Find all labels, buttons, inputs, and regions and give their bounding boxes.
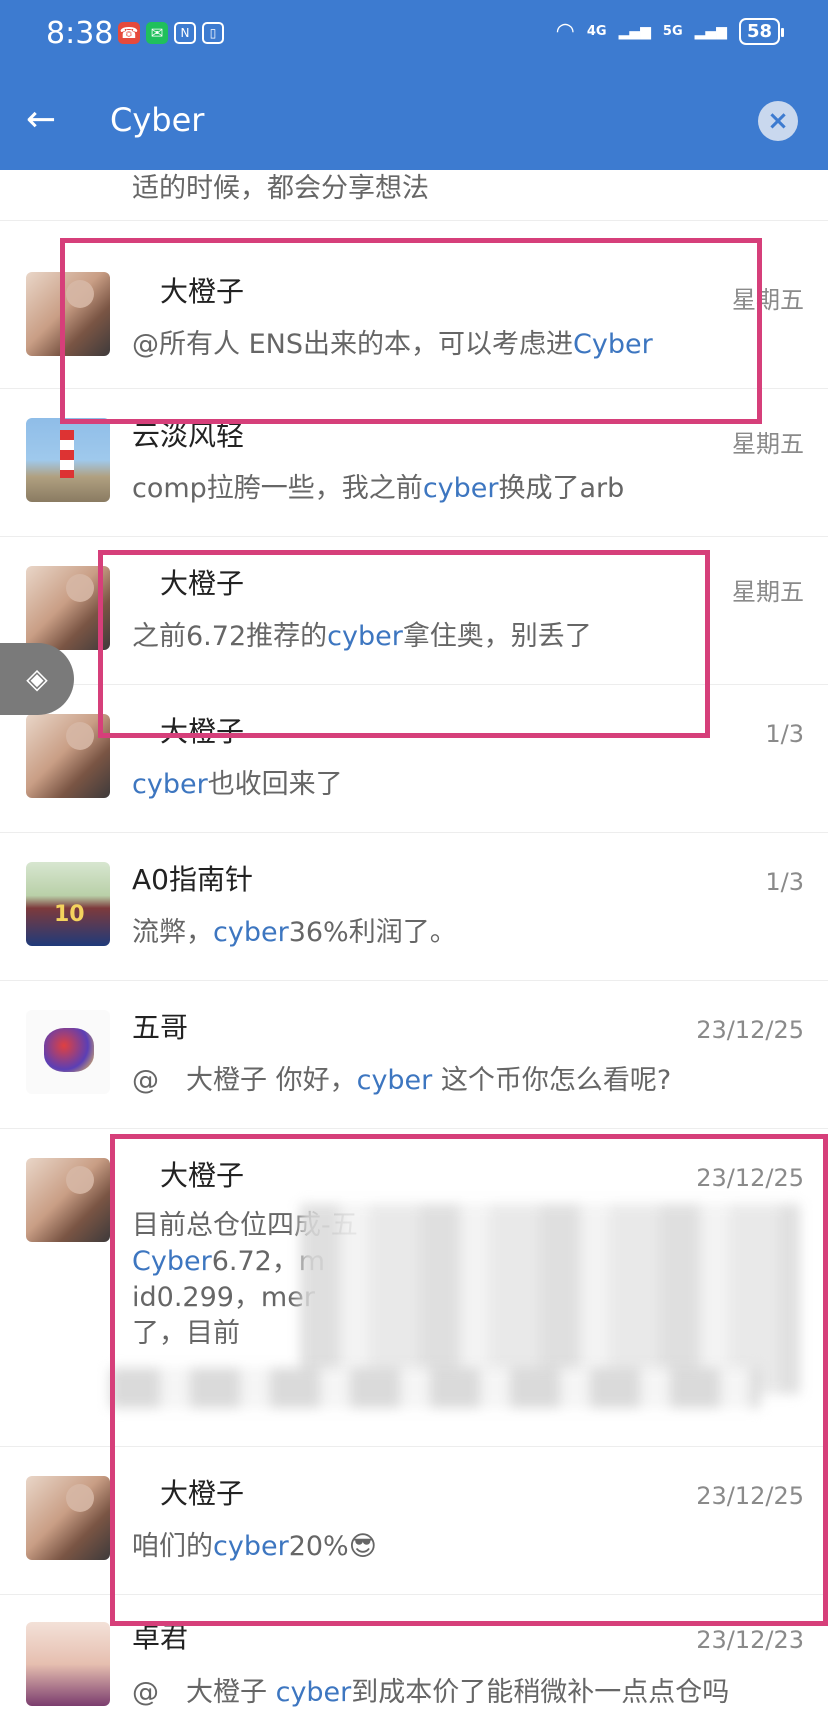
signal-bars-icon: ▂▄▆ xyxy=(618,23,651,40)
clear-search-icon[interactable]: × xyxy=(758,101,798,141)
status-right: ◠ 4G ▂▄▆ 5G ▂▄▆ 58 xyxy=(555,18,785,45)
floating-assistant-icon[interactable]: ◈ xyxy=(0,643,74,715)
clock: 8:38 xyxy=(46,16,114,51)
nfc-icon: N xyxy=(174,22,196,44)
message-snippet: comp拉胯一些，我之前cyber换成了arb xyxy=(132,473,625,504)
message-date: 星期五 xyxy=(732,578,804,606)
highlight-box-1 xyxy=(60,238,762,424)
list-item[interactable]: A0指南针 1/3 流弊，cyber36%利润了。 xyxy=(0,832,828,981)
app-header: 8:38 ☎ ✉ N ▯ ◠ 4G ▂▄▆ 5G ▂▄▆ 58 ← Cyber … xyxy=(0,0,828,170)
list-item[interactable]: 五哥 23/12/25 @ 大橙子 你好，cyber 这个币你怎么看呢? xyxy=(0,980,828,1129)
message-date: 1/3 xyxy=(765,868,804,896)
highlight-box-3 xyxy=(110,1134,828,1626)
message-date: 1/3 xyxy=(765,720,804,748)
avatar xyxy=(26,1010,110,1094)
message-snippet: @ 大橙子 你好，cyber 这个币你怎么看呢? xyxy=(132,1065,672,1096)
back-arrow-icon[interactable]: ← xyxy=(26,100,66,140)
battery-indicator: 58 xyxy=(738,18,785,45)
signal-5g-icon: 5G xyxy=(662,24,683,39)
avatar xyxy=(26,418,110,502)
avatar xyxy=(26,862,110,946)
avatar xyxy=(26,1158,110,1242)
wifi-icon: ◠ xyxy=(555,19,575,44)
search-input[interactable]: Cyber xyxy=(110,101,204,139)
message-snippet: 适的时候，都会分享想法 xyxy=(132,173,429,204)
message-date: 23/12/23 xyxy=(696,1626,804,1654)
message-date: 23/12/25 xyxy=(696,1016,804,1044)
vibrate-icon: ▯ xyxy=(202,22,224,44)
highlight-box-2 xyxy=(98,550,710,738)
signal-4g-icon: 4G xyxy=(586,24,607,39)
avatar xyxy=(26,1622,110,1706)
signal-bars-icon-2: ▂▄▆ xyxy=(694,23,727,40)
message-snippet: cyber也收回来了 xyxy=(132,769,343,800)
contact-name: 五哥 xyxy=(132,1011,189,1044)
avatar xyxy=(26,1476,110,1560)
status-bar: 8:38 ☎ ✉ N ▯ ◠ 4G ▂▄▆ 5G ▂▄▆ 58 xyxy=(0,0,828,70)
contact-name: A0指南针 xyxy=(132,863,253,896)
notification-icons: ☎ ✉ N ▯ xyxy=(118,22,224,46)
wechat-icon: ✉ xyxy=(146,22,168,44)
message-snippet: 流弊，cyber36%利润了。 xyxy=(132,917,457,948)
missed-call-icon: ☎ xyxy=(118,22,140,44)
message-date: 星期五 xyxy=(732,430,804,458)
